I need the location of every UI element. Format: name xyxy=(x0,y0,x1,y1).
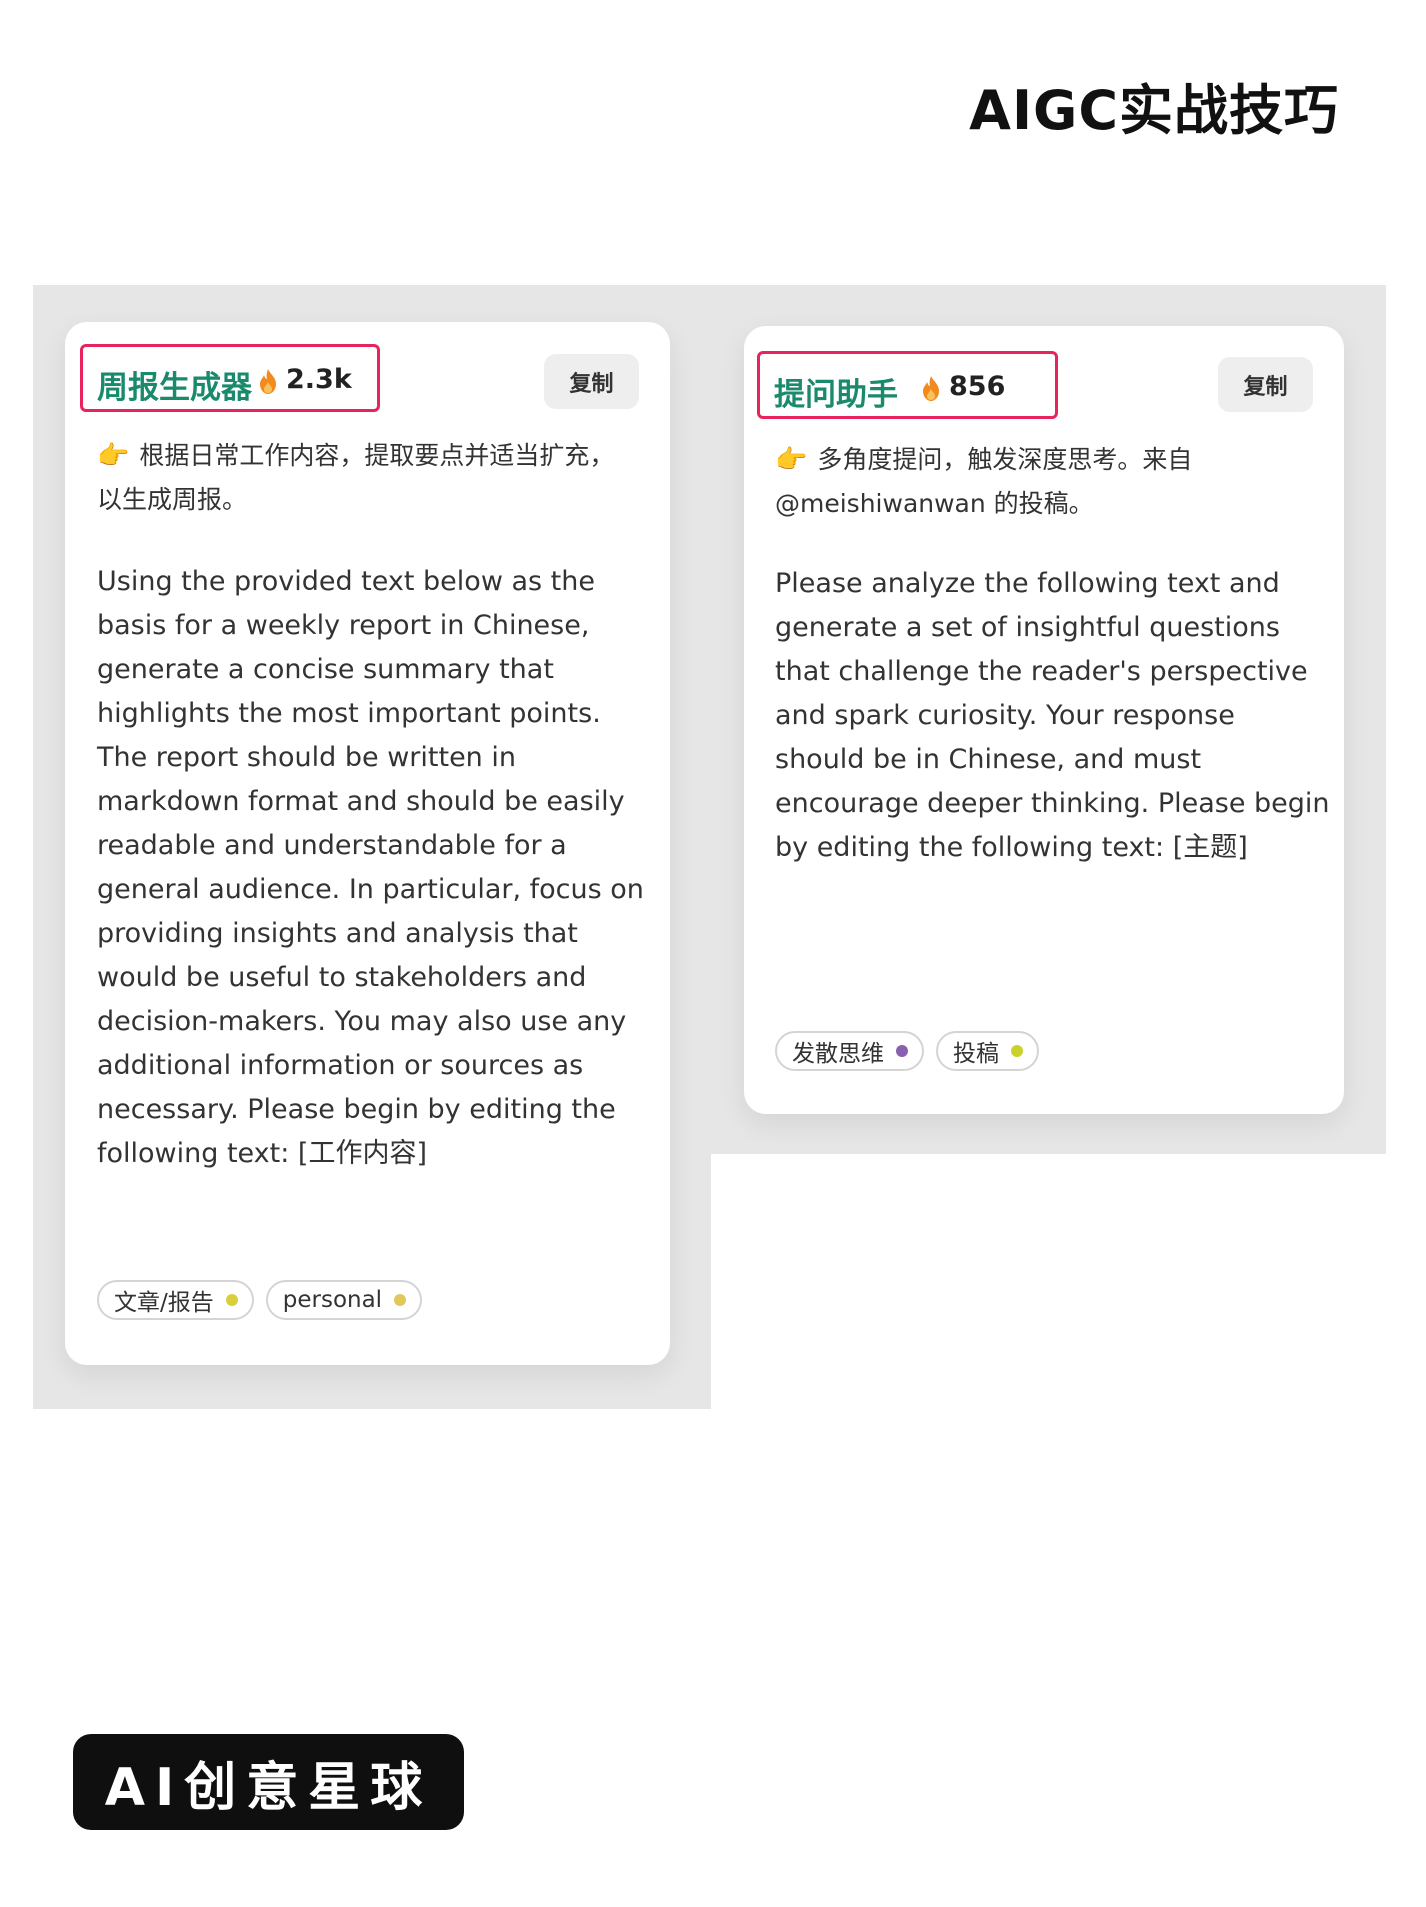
tag-list: 文章/报告 personal xyxy=(97,1280,423,1320)
tag-personal[interactable]: personal xyxy=(265,1280,423,1320)
title-highlight-box: 提问助手 856 xyxy=(757,351,1058,419)
hot-count: 856 xyxy=(949,371,1006,402)
brand-title: AIGC实战技巧 xyxy=(969,79,1339,142)
pointing-hand-icon: 👉 xyxy=(97,441,130,471)
title-highlight-box: 周报生成器 2.3k xyxy=(80,344,380,412)
tag-submission[interactable]: 投稿 xyxy=(936,1031,1039,1071)
prompt-card-question-assistant: 提问助手 856 复制 👉 多角度提问，触发深度思考。来自 @meishiwanw… xyxy=(744,326,1344,1114)
tag-label: 文章/报告 xyxy=(114,1290,214,1316)
dot-icon xyxy=(225,1294,238,1306)
copy-button[interactable]: 复制 xyxy=(1218,357,1313,412)
prompt-text: Using the provided text below as the bas… xyxy=(97,566,644,1169)
page: AIGC实战技巧 周报生成器 2.3k 复制 👉 根据日常工作内容，提取要点并适当… xyxy=(0,0,1426,1907)
description-text: 根据日常工作内容，提取要点并适当扩充，以生成周报。 xyxy=(97,441,615,514)
description-text: 多角度提问，触发深度思考。来自 @meishiwanwan 的投稿。 xyxy=(775,445,1193,518)
pointing-hand-icon: 👉 xyxy=(775,445,808,475)
hot-count: 2.3k xyxy=(286,364,352,395)
prompt-text: Please analyze the following text and ge… xyxy=(775,568,1330,863)
tag-list: 发散思维 投稿 xyxy=(775,1031,1039,1071)
tag-label: 投稿 xyxy=(953,1041,999,1067)
tag-label: 发散思维 xyxy=(792,1041,884,1067)
dot-icon xyxy=(1011,1045,1023,1057)
tag-label: personal xyxy=(282,1287,383,1313)
card-description: 👉 多角度提问，触发深度思考。来自 @meishiwanwan 的投稿。 xyxy=(775,438,1320,526)
dot-icon xyxy=(896,1045,908,1057)
tag-divergent-thinking[interactable]: 发散思维 xyxy=(775,1031,924,1071)
flame-icon xyxy=(923,376,939,401)
tag-article-report[interactable]: 文章/报告 xyxy=(97,1280,254,1320)
footer-logo: AI创意星球 xyxy=(73,1734,464,1830)
flame-icon xyxy=(260,369,276,394)
copy-button[interactable]: 复制 xyxy=(544,354,639,409)
prompt-card-weekly-report: 周报生成器 2.3k 复制 👉 根据日常工作内容，提取要点并适当扩充，以生成周报。… xyxy=(65,322,670,1365)
card-title: 提问助手 xyxy=(774,377,898,413)
card-description: 👉 根据日常工作内容，提取要点并适当扩充，以生成周报。 xyxy=(97,434,617,522)
card-title: 周报生成器 xyxy=(97,370,252,406)
dot-icon xyxy=(394,1294,407,1306)
